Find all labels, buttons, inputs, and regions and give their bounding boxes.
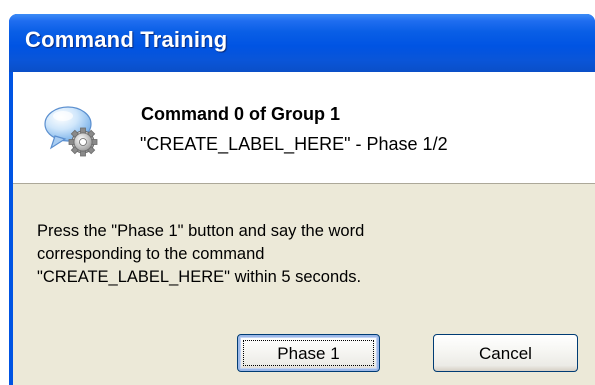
instruction-message: Press the "Phase 1" button and say the w… <box>37 220 557 289</box>
speech-bubble-gear-icon <box>44 106 98 157</box>
header-panel: Command 0 of Group 1 "CREATE_LABEL_HERE"… <box>13 72 595 184</box>
instruction-line: Press the "Phase 1" button and say the w… <box>37 222 365 240</box>
command-title: Command 0 of Group 1 <box>141 104 341 124</box>
screenshot: Command Training Command 0 of Group 1 "C… <box>0 0 595 385</box>
cancel-button-label: Cancel <box>479 344 532 363</box>
window-title: Command Training <box>25 27 228 52</box>
command-training-dialog: Command Training Command 0 of Group 1 "C… <box>9 14 595 385</box>
title-bar[interactable]: Command Training <box>9 14 595 72</box>
cancel-button[interactable]: Cancel <box>433 334 578 372</box>
instruction-line: corresponding to the command <box>37 245 265 263</box>
command-phase-subtitle: "CREATE_LABEL_HERE" - Phase 1/2 <box>140 134 448 154</box>
dialog-client-area: Command 0 of Group 1 "CREATE_LABEL_HERE"… <box>13 72 595 385</box>
phase-1-button[interactable]: Phase 1 <box>237 334 380 372</box>
instruction-line: "CREATE_LABEL_HERE" within 5 seconds. <box>37 268 362 286</box>
phase-1-button-label: Phase 1 <box>277 344 340 363</box>
